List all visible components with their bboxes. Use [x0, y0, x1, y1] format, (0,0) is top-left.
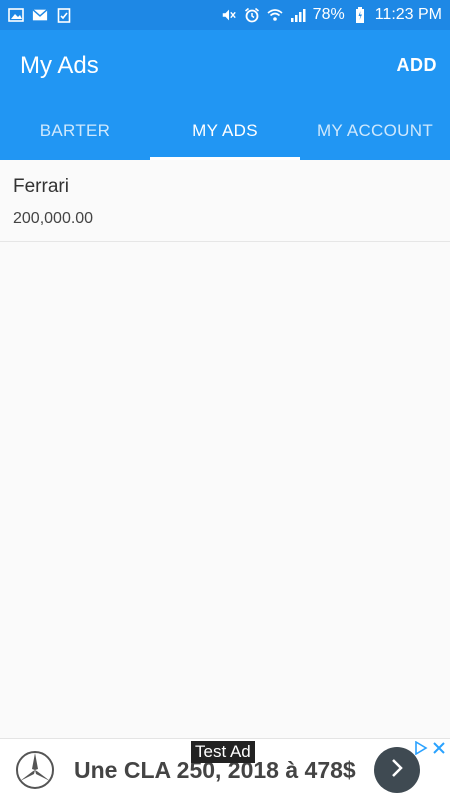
- ad-price: 200,000.00: [13, 210, 94, 227]
- test-ad-label: Test Ad: [191, 741, 255, 763]
- ads-list: Ferrari 200,000.00: [0, 160, 450, 738]
- alarm-icon: [244, 7, 260, 23]
- signal-icon: [290, 7, 306, 23]
- mute-icon: [221, 7, 237, 23]
- status-bar: 78% 11:23 PM: [0, 0, 450, 30]
- checklist-icon: [56, 7, 72, 23]
- status-left-icons: [8, 7, 72, 23]
- close-icon[interactable]: [432, 741, 446, 755]
- tab-my-account[interactable]: MY ACCOUNT: [300, 102, 450, 160]
- battery-percent: 78%: [312, 6, 345, 23]
- battery-icon: [352, 7, 368, 23]
- status-right-icons: 78% 11:23 PM: [221, 6, 442, 24]
- wifi-icon: [267, 7, 283, 23]
- page-title: My Ads: [20, 52, 99, 79]
- add-button[interactable]: ADD: [397, 55, 438, 76]
- clock: 11:23 PM: [374, 6, 442, 23]
- tab-barter[interactable]: BARTER: [0, 102, 150, 160]
- tab-my-ads[interactable]: MY ADS: [150, 102, 300, 160]
- ad-title: Ferrari: [13, 176, 69, 197]
- tab-bar: BARTER MY ADS MY ACCOUNT: [0, 102, 450, 160]
- chevron-right-icon: [388, 757, 406, 784]
- ad-banner[interactable]: Test Ad Une CLA 250, 2018 à 478$: [0, 738, 450, 800]
- adchoices-icon[interactable]: [414, 740, 428, 756]
- mail-icon: [32, 7, 48, 23]
- mercedes-logo-icon: [14, 749, 56, 791]
- app-bar: My Ads ADD: [0, 30, 450, 102]
- list-item[interactable]: Ferrari 200,000.00: [0, 160, 450, 242]
- image-icon: [8, 7, 24, 23]
